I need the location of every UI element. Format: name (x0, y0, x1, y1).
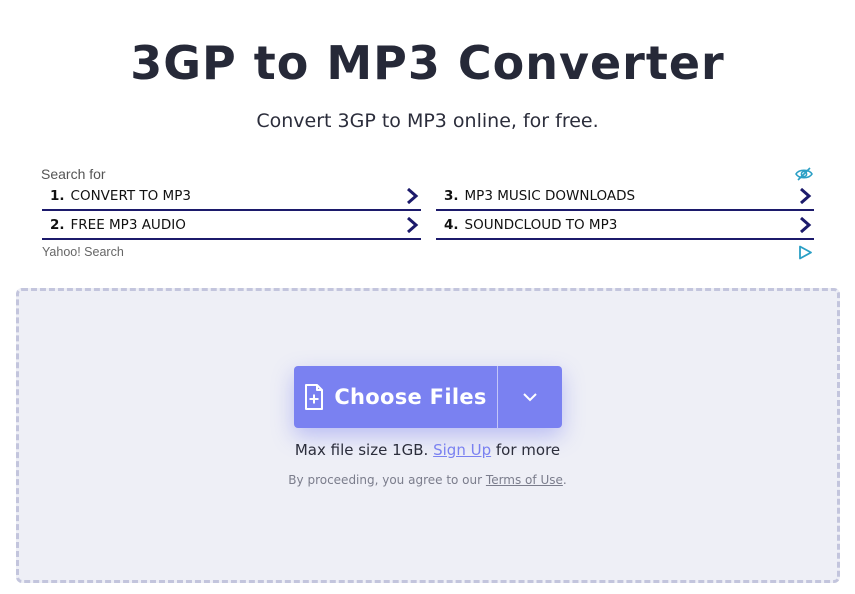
ad-item-label: SOUNDCLOUD TO MP3 (464, 216, 618, 233)
ad-search-for-label: Search for (41, 166, 106, 182)
ad-item-label: CONVERT TO MP3 (70, 187, 191, 204)
chevron-right-icon (407, 187, 419, 204)
terms-prefix: By proceeding, you agree to our (288, 473, 483, 487)
choose-files-main[interactable]: Choose Files (294, 366, 498, 428)
ad-item-label: MP3 MUSIC DOWNLOADS (464, 187, 636, 204)
choose-files-label: Choose Files (334, 385, 487, 409)
ad-provider-label: Yahoo! Search (42, 245, 124, 259)
max-file-size-suffix: for more (495, 441, 561, 459)
ad-choices-icon[interactable] (798, 245, 813, 260)
ad-item-number: 2. (50, 216, 65, 233)
terms-suffix: . (562, 473, 567, 487)
chevron-right-icon (800, 216, 812, 233)
max-file-size-text: Max file size 1GB. (294, 441, 429, 459)
terms-of-use-link[interactable]: Terms of Use (486, 473, 563, 487)
choose-files-button[interactable]: Choose Files (294, 366, 562, 428)
ad-item-number: 1. (50, 187, 65, 204)
ad-item-number: 3. (444, 187, 459, 204)
max-file-size-note: Max file size 1GB. Sign Up for more (0, 441, 855, 459)
ad-item-number: 4. (444, 216, 459, 233)
sign-up-link[interactable]: Sign Up (433, 441, 491, 459)
choose-files-dropdown-toggle[interactable] (498, 366, 562, 428)
ad-item-mp3-music-downloads[interactable]: 3. MP3 MUSIC DOWNLOADS (436, 182, 814, 211)
page: 3GP to MP3 Converter Convert 3GP to MP3 … (0, 0, 855, 594)
ad-item-soundcloud-to-mp3[interactable]: 4. SOUNDCLOUD TO MP3 (436, 211, 814, 240)
ad-item-label: FREE MP3 AUDIO (70, 216, 186, 233)
page-title: 3GP to MP3 Converter (130, 36, 725, 90)
chevron-down-icon (523, 393, 537, 402)
page-subtitle: Convert 3GP to MP3 online, for free. (256, 110, 599, 132)
ad-item-free-mp3-audio[interactable]: 2. FREE MP3 AUDIO (42, 211, 421, 240)
ad-item-convert-to-mp3[interactable]: 1. CONVERT TO MP3 (42, 182, 421, 211)
eye-icon[interactable] (795, 166, 813, 182)
terms-note: By proceeding, you agree to our Terms of… (0, 473, 855, 487)
chevron-right-icon (407, 216, 419, 233)
file-plus-icon (305, 384, 324, 410)
chevron-right-icon (800, 187, 812, 204)
file-dropzone[interactable] (16, 288, 840, 583)
